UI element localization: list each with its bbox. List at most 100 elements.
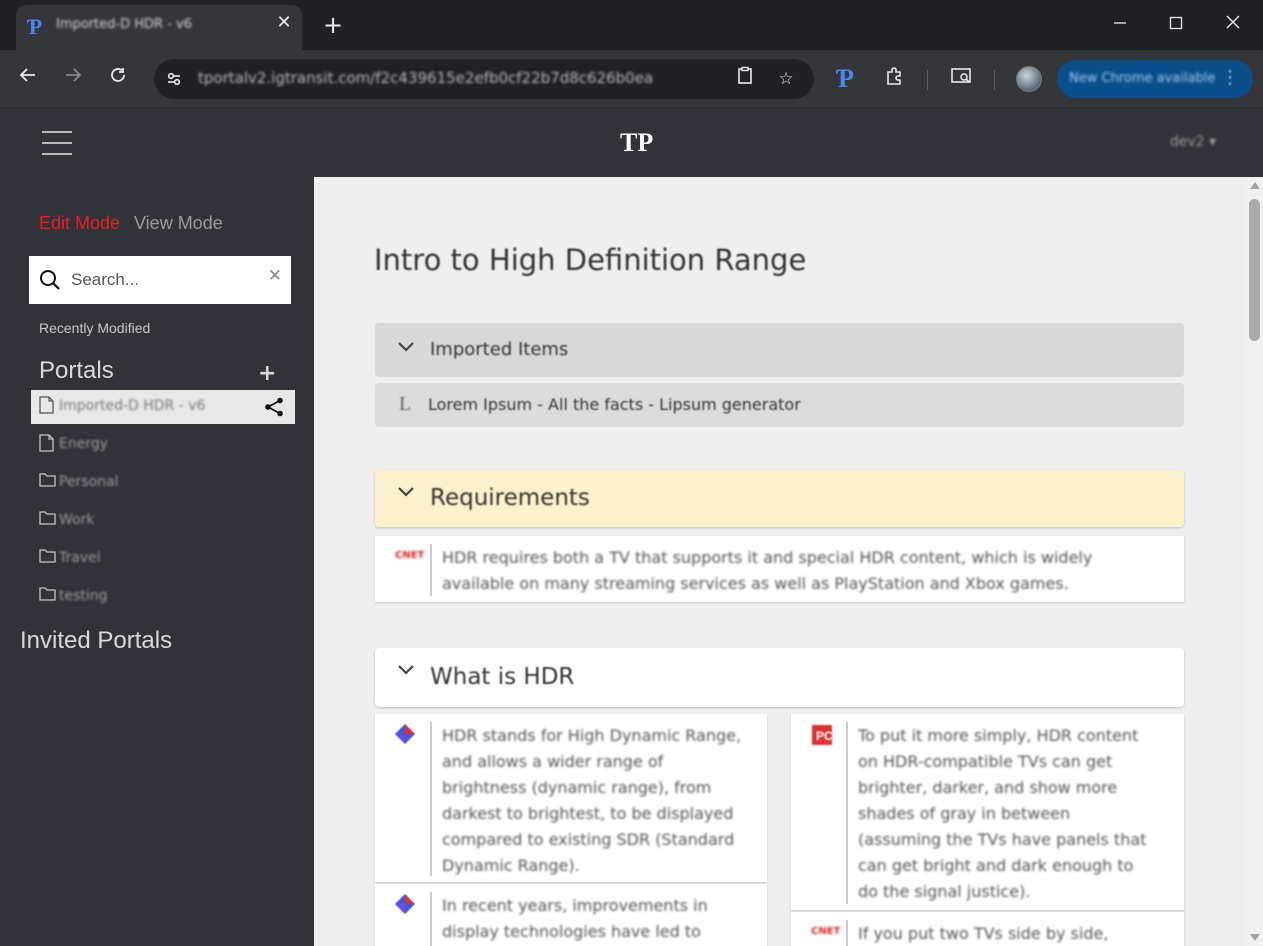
recently-modified-link[interactable]: Recently Modified [39, 320, 150, 336]
extension-icon[interactable] [881, 66, 907, 92]
portal-label: testing [59, 588, 108, 604]
portal-item[interactable]: Energy [31, 428, 295, 462]
gemini-icon [395, 724, 415, 744]
item-divider [846, 722, 848, 904]
svg-text:PC: PC [816, 729, 833, 743]
imported-item[interactable]: L Lorem Ipsum - All the facts - Lipsum g… [375, 383, 1184, 427]
tab-close-icon[interactable]: ✕ [274, 13, 294, 33]
page-icon [39, 396, 54, 414]
invited-portals-heading: Invited Portals [20, 627, 173, 654]
address-bar[interactable]: tportalv2.igtransit.com/f2c439615e2efb0c… [154, 59, 814, 99]
browser-tab[interactable]: Ƥ Imported-D HDR - v6 ✕ [16, 5, 302, 50]
minimize-icon[interactable] [1105, 10, 1135, 40]
share-icon[interactable] [263, 396, 285, 418]
browser-toolbar: tportalv2.igtransit.com/f2c439615e2efb0c… [0, 50, 1263, 108]
sidebar: Edit Mode View Mode ✕ Recently Modified … [0, 177, 314, 946]
portal-extension-icon[interactable]: Ƥ [836, 64, 854, 94]
item-divider [430, 544, 432, 596]
edit-mode-toggle[interactable]: Edit Mode [39, 213, 120, 234]
portal-label: Energy [59, 436, 109, 452]
imported-items-section: Imported Items L Lorem Ipsum - All the f… [375, 323, 1184, 427]
forward-icon[interactable] [60, 66, 86, 92]
portal-item[interactable]: Work [31, 504, 295, 538]
item-text: To put it more simply, HDR content on HD… [858, 726, 1147, 901]
chevron-down-icon[interactable] [397, 341, 415, 353]
scroll-up-icon[interactable] [1250, 182, 1260, 189]
lipsum-icon: L [399, 393, 412, 415]
chevron-down-icon[interactable] [397, 486, 415, 498]
scroll-down-icon[interactable] [1250, 934, 1260, 941]
item-divider [846, 920, 848, 946]
section-title: What is HDR [430, 664, 575, 690]
portal-label: Work [59, 512, 95, 528]
app-logo[interactable]: TP [620, 128, 653, 158]
clipboard-icon[interactable] [732, 66, 758, 92]
add-portal-button[interactable]: + [258, 361, 276, 386]
cnet-icon: CNET [811, 926, 841, 937]
item-text: In recent years, improvements in display… [442, 896, 708, 941]
list-item[interactable]: CNET If you put two TVs side by side, [791, 912, 1184, 946]
update-label: New Chrome available [1069, 71, 1216, 86]
page-icon [39, 434, 54, 452]
section-title: Requirements [430, 485, 590, 511]
star-icon[interactable]: ☆ [773, 66, 799, 92]
what-is-hdr-section: What is HDR HDR stands for High Dynamic … [375, 648, 1184, 946]
item-text: HDR stands for High Dynamic Range, and a… [442, 726, 742, 875]
section-header[interactable]: Requirements [375, 470, 1184, 527]
close-window-icon[interactable] [1218, 10, 1248, 40]
profile-avatar[interactable] [1016, 66, 1042, 92]
page-title: Intro to High Definition Range [374, 243, 807, 277]
portals-heading: Portals [39, 357, 114, 384]
more-icon[interactable]: ⋮ [1221, 67, 1239, 88]
list-item[interactable]: HDR stands for High Dynamic Range, and a… [375, 714, 767, 882]
portal-item[interactable]: Travel [31, 542, 295, 576]
scrollbar-thumb[interactable] [1249, 199, 1260, 341]
url-text: tportalv2.igtransit.com/f2c439615e2efb0c… [198, 69, 654, 87]
reload-icon[interactable] [105, 66, 131, 92]
list-item[interactable]: In recent years, improvements in display… [375, 884, 767, 946]
portal-item[interactable]: Imported-D HDR - v6 [31, 390, 295, 424]
clear-search-icon[interactable]: ✕ [268, 266, 282, 286]
maximize-icon[interactable] [1161, 10, 1191, 40]
search-input[interactable] [71, 265, 261, 295]
toolbar-divider [927, 70, 928, 90]
hamburger-menu-icon[interactable] [42, 131, 72, 155]
search-icon [39, 269, 61, 291]
pc-mag-icon: PC [811, 724, 833, 745]
requirements-section: Requirements CNET HDR requires both a TV… [375, 470, 1184, 602]
scrollbar[interactable] [1246, 177, 1263, 946]
portal-item[interactable]: Personal [31, 466, 295, 500]
cast-icon[interactable] [948, 66, 974, 92]
tab-title: Imported-D HDR - v6 [56, 17, 192, 32]
user-menu[interactable]: dev2 ▾ [1170, 134, 1216, 150]
app-header: TP dev2 ▾ [0, 108, 1263, 177]
item-text: If you put two TVs side by side, [858, 924, 1109, 943]
back-icon[interactable] [15, 66, 41, 92]
folder-icon [39, 548, 56, 566]
view-mode-toggle[interactable]: View Mode [134, 213, 223, 234]
browser-tabstrip: Ƥ Imported-D HDR - v6 ✕ + [0, 0, 1263, 50]
portal-label: Imported-D HDR - v6 [59, 398, 206, 414]
chevron-down-icon[interactable] [397, 664, 415, 676]
toolbar-divider [994, 70, 995, 90]
new-tab-button[interactable]: + [320, 12, 346, 38]
chrome-update-button[interactable]: New Chrome available ⋮ [1057, 60, 1253, 98]
site-info-icon[interactable] [162, 67, 186, 91]
item-text: HDR requires both a TV that supports it … [442, 548, 1093, 593]
portal-label: Travel [59, 550, 101, 566]
main-content: Intro to High Definition Range Imported … [314, 177, 1246, 946]
item-divider [430, 892, 432, 946]
list-item[interactable]: CNET HDR requires both a TV that support… [375, 536, 1184, 602]
portal-item[interactable]: testing [31, 580, 295, 614]
folder-icon [39, 472, 56, 490]
folder-icon [39, 586, 56, 604]
gemini-icon [395, 894, 415, 914]
list-item[interactable]: PC To put it more simply, HDR content on… [791, 714, 1184, 910]
section-header[interactable]: Imported Items [375, 323, 1184, 377]
imported-item-label[interactable]: Lorem Ipsum - All the facts - Lipsum gen… [428, 395, 801, 414]
folder-icon [39, 510, 56, 528]
item-divider [430, 722, 432, 876]
section-header[interactable]: What is HDR [375, 648, 1184, 707]
cnet-icon: CNET [395, 550, 425, 561]
portal-label: Personal [59, 474, 119, 490]
